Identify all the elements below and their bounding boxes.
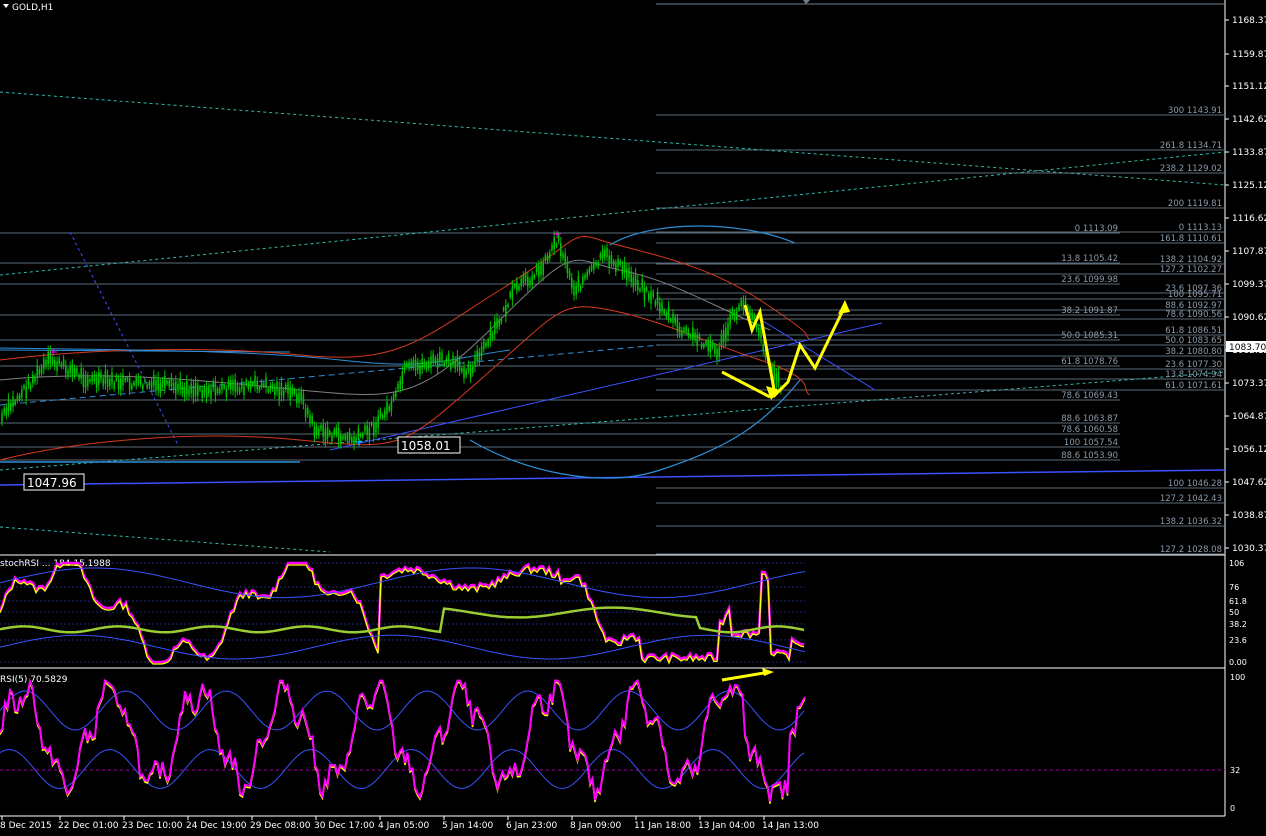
price-axis-label: 1168.37	[1232, 16, 1266, 26]
stoch-level-label: 76	[1229, 583, 1239, 592]
price-axis-label: 1133.87	[1232, 148, 1266, 158]
fibonacci-lines	[0, 114, 1225, 555]
stoch-level-label: 38.2	[1229, 620, 1247, 629]
time-axis-label: 23 Dec 10:00	[122, 821, 183, 831]
time-axis-label: 24 Dec 19:00	[186, 821, 247, 831]
high-marker-icon: +	[48, 345, 58, 359]
price-axis-label: 1142.62	[1232, 115, 1266, 125]
rsi-level-32: 32	[1230, 766, 1240, 775]
high-marker-icon: +	[552, 227, 562, 241]
time-axis-label: 29 Dec 08:00	[250, 821, 311, 831]
fib-level-label: 0 1113.13	[1179, 223, 1222, 233]
time-axis-label: 8 Dec 2015	[0, 821, 52, 831]
price-axis: 1168.37 1159.87 1151.12 1142.62 1133.87 1125.…	[1225, 16, 1266, 554]
price-axis-label: 1047.62	[1232, 478, 1266, 488]
price-axis-label: 1107.87	[1232, 247, 1266, 257]
fib-level-label: 78.6 1090.56	[1165, 310, 1222, 320]
fib-level-label: 238.2 1129.02	[1160, 164, 1222, 174]
fib-level-label: 300 1143.91	[1168, 106, 1222, 116]
fib-level-label: 100 1057.54	[1064, 438, 1118, 448]
fib-level-label: 100 1046.28	[1168, 479, 1222, 489]
time-axis-label: 8 Jan 09:00	[570, 821, 622, 831]
current-price-tag: 1083.70	[1226, 341, 1266, 353]
fib-level-label: 127.2 1042.43	[1160, 494, 1222, 504]
fib-level-label: 127.2 1102.27	[1160, 265, 1222, 275]
fib-level-label: 61.0 1071.61	[1165, 381, 1222, 391]
time-axis-label: 22 Dec 01:00	[58, 821, 119, 831]
symbol-label: GOLD,H1	[12, 3, 53, 13]
chart-canvas[interactable]: GOLD,H1 + + + 1047.96 1058.01 300 1143.9…	[0, 0, 1266, 832]
time-axis-label: 6 Jan 23:00	[506, 821, 558, 831]
stoch-level-label: 61.8	[1229, 597, 1247, 606]
fib-level-label: 261.8 1134.71	[1160, 141, 1222, 151]
price-axis-label: 1073.37	[1232, 379, 1266, 389]
price-axis-label: 1099.37	[1232, 280, 1266, 290]
fib-level-label: 200 1119.81	[1168, 199, 1222, 209]
price-axis-label: 1151.12	[1232, 82, 1266, 92]
fib-level-label: 138.2 1104.92	[1160, 255, 1222, 265]
stoch-level-label: 50	[1229, 608, 1239, 617]
price-axis-label: 1056.12	[1232, 445, 1266, 455]
price-axis-label: 1159.87	[1232, 50, 1266, 60]
stoch-level-label: 23.6	[1229, 636, 1247, 645]
fib-level-label: 0 1113.09	[1075, 224, 1118, 234]
fib-level-label: 23.6 1077.30	[1165, 360, 1222, 370]
fib-level-label: 38.2 1091.87	[1061, 306, 1118, 316]
pointer-arrow-icon	[721, 370, 771, 399]
time-axis-label: 4 Jan 05:00	[378, 821, 430, 831]
price-axis-label: 1038.87	[1232, 511, 1266, 521]
fib-level-label: 127.2 1028.08	[1160, 545, 1222, 555]
price-axis-label: 1090.62	[1232, 313, 1266, 323]
price-axis-label: 1116.62	[1232, 214, 1266, 224]
price-axis-label: 1064.87	[1232, 412, 1266, 422]
fib-level-label: 38.2 1080.80	[1165, 347, 1222, 357]
svg-text:1058.01: 1058.01	[401, 439, 451, 453]
stoch-panel[interactable]: stochRSI ... 184 15.1988 1067661.85038.2…	[0, 559, 1247, 682]
low-marker-icon: +	[354, 435, 364, 449]
fib-level-label: 161.8 1110.61	[1160, 234, 1222, 244]
fib-level-label: 100 1095.71	[1168, 290, 1222, 300]
chart-title: GOLD,H1	[3, 3, 53, 13]
svg-text:1047.96: 1047.96	[27, 476, 77, 490]
fib-level-label: 13.8 1105.42	[1061, 254, 1118, 264]
fib-level-label: 13.8 1074.94	[1165, 370, 1222, 380]
fib-level-label: 88.6 1053.90	[1061, 451, 1118, 461]
rsi-label: RSI(5) 70.5829	[0, 675, 68, 685]
rsi-level-0: 0	[1230, 804, 1235, 813]
fib-level-label: 78.6 1060.58	[1061, 425, 1118, 435]
time-axis-label: 5 Jan 14:00	[442, 821, 494, 831]
fib-level-label: 50.0 1083.65	[1165, 336, 1222, 346]
fib-level-label: 23.6 1099.98	[1061, 275, 1118, 285]
time-axis-label: 13 Jan 04:00	[698, 821, 755, 831]
time-axis-label: 30 Dec 17:00	[314, 821, 375, 831]
arrow-head-icon	[838, 300, 850, 314]
time-axis-label: 14 Jan 13:00	[762, 821, 819, 831]
fib-level-label: 50.0 1085.31	[1061, 331, 1118, 341]
stoch-level-label: 0.00	[1229, 658, 1247, 667]
fib-level-label: 88.6 1063.87	[1061, 414, 1118, 424]
svg-text:1083.70: 1083.70	[1229, 343, 1266, 353]
fib-level-label: 138.2 1036.32	[1160, 517, 1222, 527]
rsi-level-100: 100	[1230, 673, 1245, 682]
stoch-level-label: 106	[1229, 559, 1244, 568]
dropdown-triangle-icon[interactable]	[3, 4, 9, 8]
price-axis-label: 1030.37	[1232, 544, 1266, 554]
chart-window[interactable]: GOLD,H1 + + + 1047.96 1058.01 300 1143.9…	[0, 0, 1266, 832]
fib-level-label: 78.6 1069.43	[1061, 391, 1118, 401]
fib-level-label: 61.8 1086.51	[1165, 326, 1222, 336]
time-axis-label: 11 Jan 18:00	[634, 821, 691, 831]
price-callout-low1: 1047.96	[23, 473, 85, 491]
fib-level-label: 61.8 1078.76	[1061, 357, 1118, 367]
price-axis-label: 1125.12	[1232, 181, 1266, 191]
time-axis: 8 Dec 2015 22 Dec 01:00 23 Dec 10:00 24 Dec…	[0, 816, 819, 831]
divergence-arrow-icon	[721, 670, 771, 682]
price-callout-low2: 1058.01	[397, 436, 461, 454]
trend-lines	[0, 91, 1226, 553]
rsi-panel[interactable]: RSI(5) 70.5829 100 32 0	[0, 673, 1245, 813]
